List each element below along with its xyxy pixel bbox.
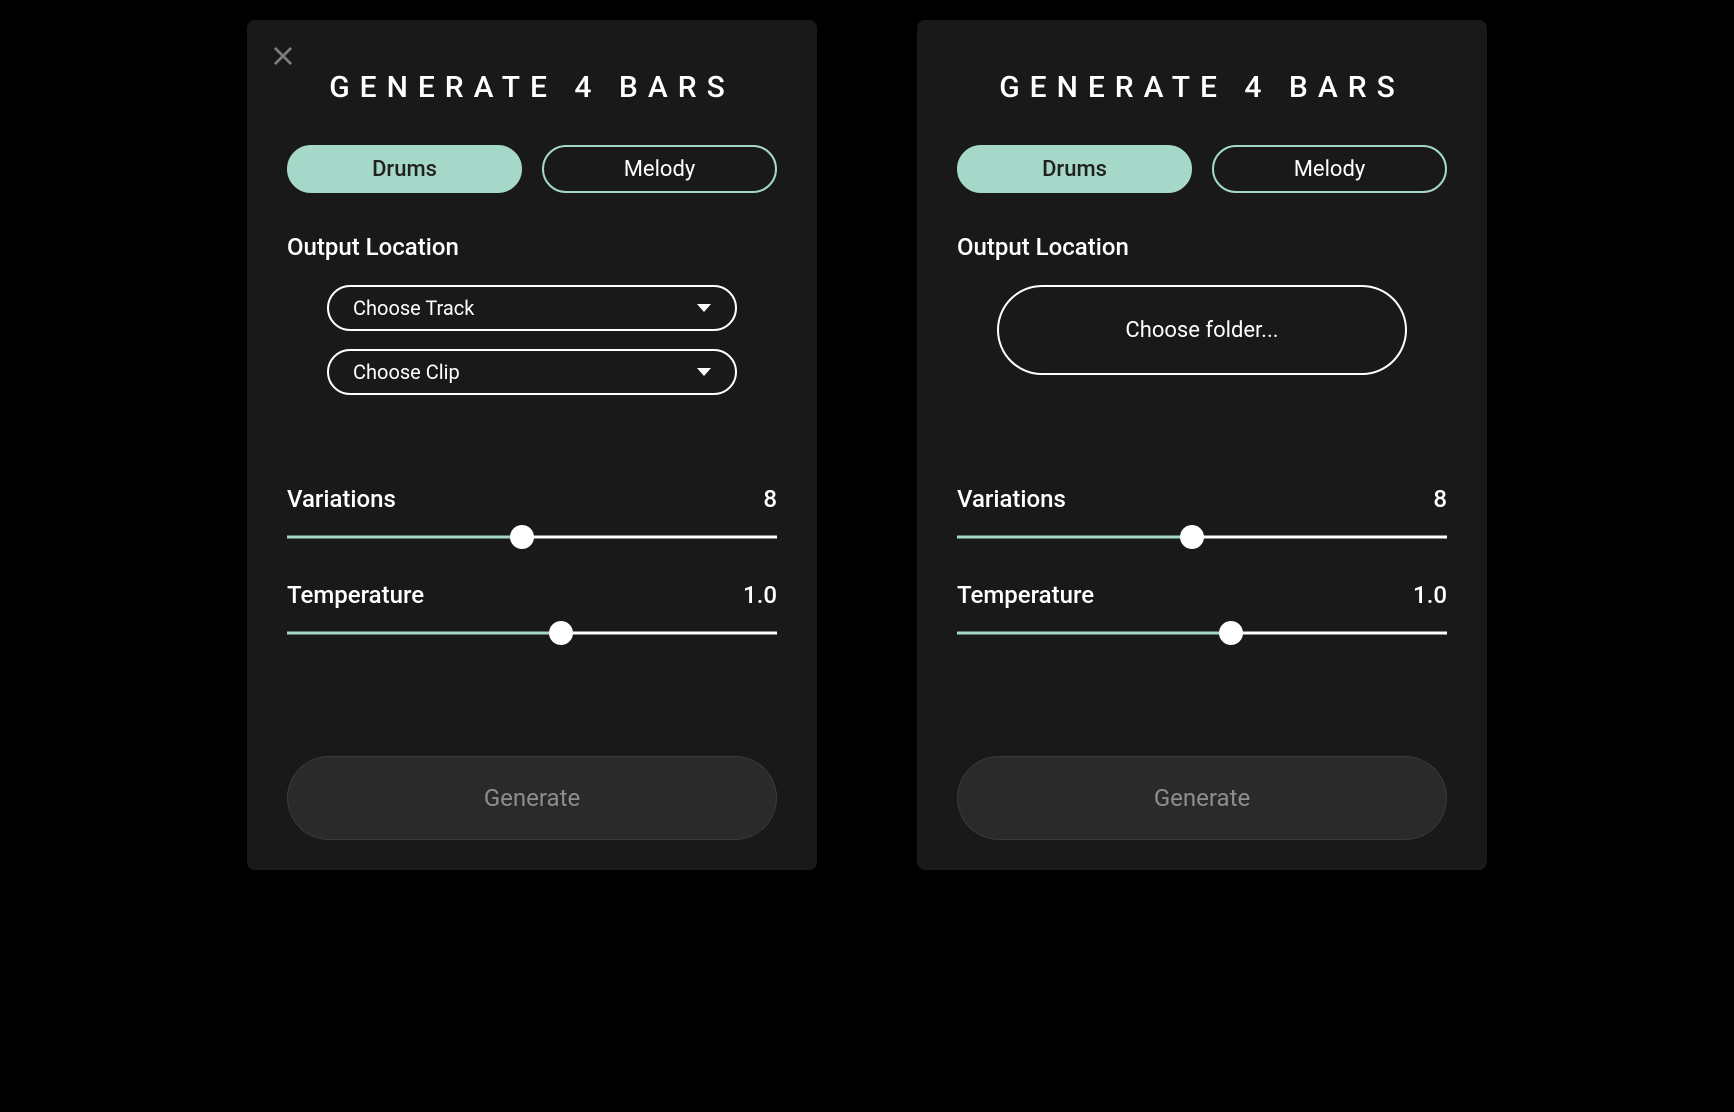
variations-label: Variations xyxy=(287,485,396,513)
temperature-slider[interactable] xyxy=(957,619,1447,647)
generate-button[interactable]: Generate xyxy=(957,756,1447,840)
variations-slider[interactable] xyxy=(957,523,1447,551)
output-location-label: Output Location xyxy=(957,233,1447,261)
choose-track-label: Choose Track xyxy=(353,296,474,320)
close-icon[interactable] xyxy=(269,42,297,70)
caret-down-icon xyxy=(697,304,711,312)
temperature-label: Temperature xyxy=(287,581,424,609)
variations-block: Variations 8 xyxy=(957,485,1447,551)
tab-melody[interactable]: Melody xyxy=(1212,145,1447,193)
variations-label: Variations xyxy=(957,485,1066,513)
temperature-label: Temperature xyxy=(957,581,1094,609)
output-location-label: Output Location xyxy=(287,233,777,261)
choose-clip-label: Choose Clip xyxy=(353,360,460,384)
choose-folder-button[interactable]: Choose folder... xyxy=(997,285,1407,375)
type-segmented: Drums Melody xyxy=(287,145,777,193)
choose-track-dropdown[interactable]: Choose Track xyxy=(327,285,737,331)
output-area: Choose folder... xyxy=(957,285,1447,455)
type-segmented: Drums Melody xyxy=(957,145,1447,193)
temperature-block: Temperature 1.0 xyxy=(287,581,777,647)
caret-down-icon xyxy=(697,368,711,376)
tab-drums[interactable]: Drums xyxy=(957,145,1192,193)
temperature-block: Temperature 1.0 xyxy=(957,581,1447,647)
variations-value: 8 xyxy=(1433,485,1447,513)
variations-slider[interactable] xyxy=(287,523,777,551)
variations-value: 8 xyxy=(763,485,777,513)
temperature-slider[interactable] xyxy=(287,619,777,647)
output-area: Choose Track Choose Clip xyxy=(287,285,777,455)
tab-drums[interactable]: Drums xyxy=(287,145,522,193)
panel-title: GENERATE 4 BARS xyxy=(287,70,777,105)
generate-panel-left: GENERATE 4 BARS Drums Melody Output Loca… xyxy=(247,20,817,870)
panel-title: GENERATE 4 BARS xyxy=(957,70,1447,105)
generate-panel-right: GENERATE 4 BARS Drums Melody Output Loca… xyxy=(917,20,1487,870)
temperature-value: 1.0 xyxy=(1413,581,1447,609)
choose-clip-dropdown[interactable]: Choose Clip xyxy=(327,349,737,395)
generate-button[interactable]: Generate xyxy=(287,756,777,840)
temperature-value: 1.0 xyxy=(743,581,777,609)
variations-block: Variations 8 xyxy=(287,485,777,551)
tab-melody[interactable]: Melody xyxy=(542,145,777,193)
